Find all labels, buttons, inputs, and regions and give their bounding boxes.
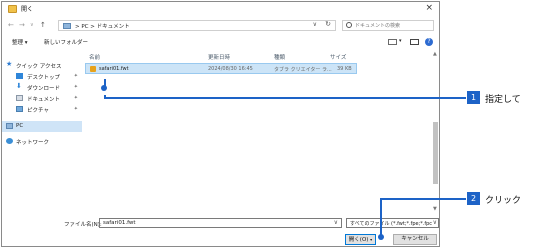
view-menu-button[interactable]: ▾: [399, 38, 402, 44]
scroll-up-icon[interactable]: ▲: [433, 51, 437, 57]
chevron-down-icon[interactable]: ∨: [334, 219, 338, 226]
chevron-down-icon[interactable]: ∨: [433, 219, 437, 226]
navigation-pane: ★ クイック アクセス デスクトップ ✦ ⬇ ダウンロード ✦ ドキュメント ✦…: [2, 50, 82, 210]
file-type: タブラ クリエイター ラ...: [274, 67, 332, 73]
documents-icon: [16, 95, 23, 101]
chevron-down-icon[interactable]: ∨: [313, 21, 317, 28]
sidebar-item-label: ピクチャ: [27, 108, 49, 114]
network-icon: [6, 138, 13, 144]
pc-icon: [63, 23, 71, 29]
open-file-dialog: 開く × ← → ∨ ↑ > PC > ドキュメント ∨ ↻ ドキュメントの検索…: [1, 1, 440, 247]
search-icon: [346, 22, 352, 28]
recent-dropdown-icon[interactable]: ∨: [30, 22, 34, 28]
sidebar-item-label: ドキュメント: [27, 97, 61, 103]
sidebar-item-label: PC: [16, 123, 24, 129]
sidebar-item-downloads[interactable]: ⬇ ダウンロード ✦: [2, 82, 82, 93]
pin-icon[interactable]: ✦: [74, 106, 78, 112]
preview-pane-icon[interactable]: [410, 39, 419, 45]
file-modified: 2024/08/30 16:45: [208, 66, 253, 72]
sidebar-item-pc[interactable]: PC: [2, 121, 82, 132]
callout-line: [104, 97, 466, 99]
sidebar-item-label: ダウンロード: [27, 86, 61, 92]
pin-icon[interactable]: ✦: [74, 95, 78, 101]
desktop-icon: [16, 73, 23, 79]
pc-icon: [6, 123, 13, 129]
forward-icon[interactable]: →: [19, 21, 25, 29]
search-placeholder: ドキュメントの検索: [355, 23, 401, 29]
folder-icon: [8, 5, 17, 13]
filename-field[interactable]: safari01.fwt ∨: [99, 218, 342, 228]
up-icon[interactable]: ↑: [40, 21, 46, 29]
callout-line: [380, 198, 466, 200]
pin-icon[interactable]: ✦: [74, 84, 78, 90]
column-header-type[interactable]: 種類: [274, 53, 285, 61]
sidebar-item-desktop[interactable]: デスクトップ ✦: [2, 71, 82, 82]
file-name: safari01.fwt: [99, 66, 129, 72]
open-button[interactable]: 開く(O) ▾: [345, 234, 376, 245]
command-bar: 整理 ▾ 新しいフォルダー ▾ ?: [2, 35, 439, 49]
filename-label: ファイル名(N):: [64, 222, 102, 228]
callout-line: [380, 198, 382, 236]
scroll-down-icon[interactable]: ▼: [433, 206, 437, 212]
title-bar: 開く ×: [2, 2, 439, 18]
sidebar-item-label: ネットワーク: [16, 140, 50, 146]
address-bar[interactable]: > PC > ドキュメント ∨ ↻: [58, 20, 336, 31]
open-button-label: 開く(O): [348, 237, 369, 243]
sidebar-item-quick-access[interactable]: ★ クイック アクセス: [2, 60, 82, 71]
sidebar-item-pictures[interactable]: ピクチャ ✦: [2, 104, 82, 115]
file-icon: [90, 66, 96, 72]
open-menu-icon[interactable]: ▾: [370, 237, 372, 242]
column-header-modified[interactable]: 更新日時: [208, 53, 230, 61]
cancel-button[interactable]: キャンセル: [393, 234, 437, 245]
file-list: 名前 更新日時 種類 サイズ safari01.fwt 2024/08/30 1…: [85, 50, 430, 215]
back-icon[interactable]: ←: [8, 21, 14, 29]
callout-text: クリック: [485, 196, 522, 206]
vertical-scrollbar[interactable]: ▲ ▼: [432, 50, 439, 215]
navigation-bar: ← → ∨ ↑ > PC > ドキュメント ∨ ↻ ドキュメントの検索: [2, 18, 439, 34]
download-icon: ⬇: [16, 82, 22, 90]
filename-value: safari01.fwt: [103, 220, 136, 226]
address-path: > PC > ドキュメント: [75, 24, 130, 30]
sidebar-item-label: クイック アクセス: [16, 64, 62, 70]
star-icon: ★: [6, 60, 13, 68]
window-title: 開く: [21, 6, 34, 13]
help-icon[interactable]: ?: [425, 38, 433, 46]
organize-button[interactable]: 整理 ▾: [12, 38, 28, 46]
new-folder-button[interactable]: 新しいフォルダー: [44, 38, 88, 46]
callout-marker: [378, 234, 384, 240]
callout-line: [104, 79, 106, 88]
filetype-value: すべてのファイル (*.fwt;*.fpe;*.fpc;: [350, 221, 432, 227]
sidebar-item-network[interactable]: ネットワーク: [2, 136, 82, 147]
filetype-select[interactable]: すべてのファイル (*.fwt;*.fpe;*.fpc; ∨: [346, 218, 439, 228]
dialog-footer: ファイル名(N): safari01.fwt ∨ すべてのファイル (*.fwt…: [2, 216, 439, 248]
file-row[interactable]: safari01.fwt 2024/08/30 16:45 タブラ クリエイター…: [85, 63, 357, 74]
callout-number: 1: [467, 91, 480, 104]
pin-icon[interactable]: ✦: [74, 73, 78, 79]
file-size: 39 KB: [337, 66, 352, 72]
close-icon[interactable]: ×: [425, 3, 433, 13]
column-header-size[interactable]: サイズ: [330, 53, 346, 61]
search-input[interactable]: ドキュメントの検索: [342, 20, 434, 31]
scrollbar-thumb[interactable]: [433, 122, 438, 184]
view-options-icon[interactable]: [388, 39, 397, 45]
sidebar-item-documents[interactable]: ドキュメント ✦: [2, 93, 82, 104]
pictures-icon: [16, 106, 23, 112]
callout-text: 指定して: [485, 95, 521, 105]
refresh-icon[interactable]: ↻: [325, 20, 331, 28]
sidebar-item-label: デスクトップ: [27, 75, 61, 81]
callout-number: 2: [467, 192, 480, 205]
column-header-name[interactable]: 名前: [89, 53, 100, 61]
